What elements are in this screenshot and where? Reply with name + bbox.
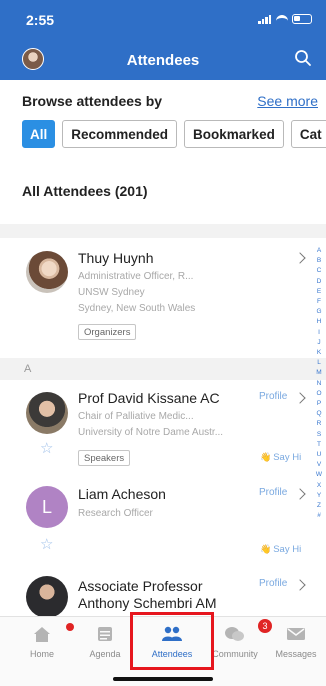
- attendee-title: Administrative Officer, R...: [78, 271, 194, 282]
- chevron-right-icon[interactable]: [294, 252, 306, 264]
- chip-all[interactable]: All: [22, 120, 56, 148]
- alphabet-index-letter[interactable]: C: [317, 266, 322, 276]
- attendee-row[interactable]: Thuy Huynh Administrative Officer, R... …: [0, 244, 316, 354]
- alphabet-index-letter[interactable]: M: [316, 368, 321, 378]
- profile-link[interactable]: Profile: [259, 487, 287, 498]
- attendee-row[interactable]: L Liam Acheson Research Officer Profile …: [0, 478, 316, 568]
- alphabet-index-letter[interactable]: Z: [317, 501, 321, 511]
- bookmark-star-icon[interactable]: ☆: [40, 439, 53, 457]
- wifi-icon: [276, 14, 288, 24]
- chip-categories[interactable]: Cat: [290, 120, 326, 148]
- attendee-title: Chair of Palliative Medic...: [78, 411, 194, 422]
- attendee-photo: [26, 392, 68, 434]
- wave-icon: 👋: [260, 452, 272, 462]
- attendee-row[interactable]: Prof David Kissane AC Chair of Palliativ…: [0, 384, 316, 474]
- filter-chips: All Recommended Bookmarked Cat: [22, 120, 326, 148]
- bookmark-star-icon[interactable]: ☆: [40, 535, 53, 553]
- attendee-row[interactable]: Associate Professor Anthony Schembri AM …: [0, 570, 316, 618]
- attendee-organization: University of Notre Dame Austr...: [78, 427, 224, 438]
- list-title: All Attendees (201): [22, 183, 148, 199]
- page-title: Attendees: [126, 52, 200, 69]
- alphabet-index-letter[interactable]: D: [317, 277, 322, 287]
- say-hi-label: Say Hi: [273, 452, 302, 463]
- signal-icon: [258, 14, 272, 24]
- chevron-right-icon[interactable]: [294, 392, 306, 404]
- tab-home[interactable]: Home: [12, 623, 74, 659]
- tab-community[interactable]: 3 Community: [205, 619, 272, 659]
- app-header: 2:55 Attendees: [0, 0, 326, 80]
- alphabet-index-letter[interactable]: X: [317, 481, 321, 491]
- attendee-photo: [26, 251, 68, 293]
- alphabet-index-letter[interactable]: P: [317, 399, 321, 409]
- attendee-name-line-2: Anthony Schembri AM: [78, 595, 217, 611]
- battery-icon: [292, 14, 312, 24]
- status-bar: 2:55: [0, 0, 326, 36]
- alphabet-index-letter[interactable]: #: [317, 511, 321, 521]
- attendee-title: Research Officer: [78, 508, 153, 519]
- attendee-name: Prof David Kissane AC: [78, 390, 220, 406]
- attendee-tag: Speakers: [78, 450, 131, 466]
- alphabet-index-letter[interactable]: N: [317, 379, 322, 389]
- attendee-name: Liam Acheson: [78, 486, 166, 502]
- alphabet-index-letter[interactable]: A: [317, 246, 321, 256]
- section-letter: A: [24, 363, 32, 375]
- home-indicator: [113, 677, 213, 681]
- alphabet-index-letter[interactable]: V: [317, 460, 321, 470]
- chip-recommended[interactable]: Recommended: [62, 120, 178, 148]
- attendee-organization: UNSW Sydney: [78, 287, 145, 298]
- attendee-photo: [26, 576, 68, 618]
- community-icon: [225, 627, 244, 641]
- say-hi-button[interactable]: 👋 Say Hi: [260, 452, 301, 463]
- profile-link[interactable]: Profile: [259, 391, 287, 402]
- highlight-box: [130, 612, 214, 670]
- alphabet-index-letter[interactable]: L: [317, 358, 321, 368]
- alphabet-index-letter[interactable]: W: [316, 470, 322, 480]
- alphabet-index-letter[interactable]: I: [318, 328, 320, 338]
- tab-label: Messages: [275, 649, 317, 659]
- attendee-name: Thuy Huynh: [78, 250, 154, 266]
- alphabet-index-letter[interactable]: U: [317, 450, 322, 460]
- chevron-right-icon[interactable]: [294, 579, 306, 591]
- section-header: [0, 358, 326, 380]
- list-divider: [0, 224, 326, 238]
- agenda-icon: [98, 627, 112, 641]
- tab-label: Community: [212, 649, 258, 659]
- alphabet-index-letter[interactable]: G: [316, 307, 321, 317]
- attendee-tag: Organizers: [78, 324, 137, 340]
- browse-label: Browse attendees by: [22, 93, 163, 109]
- alphabet-index-letter[interactable]: F: [317, 297, 321, 307]
- say-hi-button[interactable]: 👋 Say Hi: [260, 544, 301, 555]
- alphabet-index-letter[interactable]: E: [317, 287, 321, 297]
- attendee-initial-avatar: L: [26, 486, 68, 528]
- alphabet-index-letter[interactable]: B: [317, 256, 321, 266]
- chip-bookmarked[interactable]: Bookmarked: [184, 120, 284, 148]
- tab-agenda[interactable]: Agenda: [75, 623, 135, 659]
- profile-link[interactable]: Profile: [259, 578, 287, 589]
- alphabet-index-letter[interactable]: Q: [316, 409, 321, 419]
- mail-icon: [287, 628, 305, 640]
- tab-label: Home: [29, 649, 54, 659]
- alphabet-index-letter[interactable]: O: [316, 389, 321, 399]
- status-time: 2:55: [26, 12, 55, 28]
- alphabet-index-letter[interactable]: J: [317, 338, 320, 348]
- alphabet-index-letter[interactable]: Y: [317, 491, 321, 501]
- search-icon[interactable]: [294, 49, 312, 67]
- alphabet-index-letter[interactable]: K: [317, 348, 321, 358]
- alphabet-index-letter[interactable]: H: [317, 317, 322, 327]
- alphabet-index-letter[interactable]: S: [317, 430, 321, 440]
- notification-dot: [66, 623, 74, 631]
- home-icon: [34, 627, 50, 642]
- alphabet-index-letter[interactable]: T: [317, 440, 321, 450]
- wave-icon: 👋: [260, 544, 272, 554]
- attendee-name: Associate Professor: [78, 578, 203, 594]
- chevron-right-icon[interactable]: [294, 488, 306, 500]
- say-hi-label: Say Hi: [273, 544, 302, 555]
- alphabet-index[interactable]: A B C D E F G H I J K L M N O P Q R S T U V W X Y Z #: [315, 246, 323, 521]
- attendee-location: Sydney, New South Wales: [78, 303, 196, 314]
- status-indicators: [258, 14, 312, 24]
- tab-messages[interactable]: Messages: [266, 623, 326, 659]
- tab-label: Agenda: [89, 649, 121, 659]
- alphabet-index-letter[interactable]: R: [317, 419, 322, 429]
- see-more-link[interactable]: See more: [257, 93, 318, 109]
